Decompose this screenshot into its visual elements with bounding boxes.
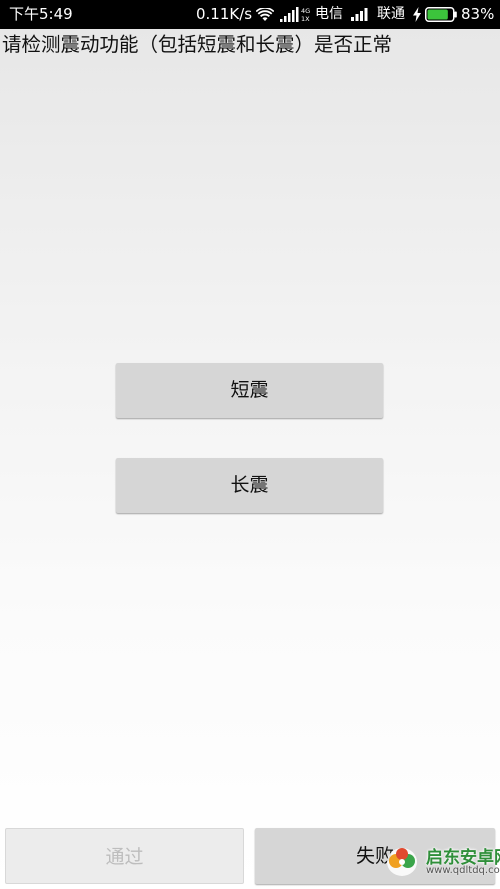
pass-button[interactable]: 通过 [5, 828, 244, 884]
svg-text:1X: 1X [301, 15, 310, 23]
page-title: 请检测震动功能（包括短震和长震）是否正常 [2, 33, 393, 56]
fail-button[interactable]: 失败 [255, 828, 495, 884]
long-vibration-button[interactable]: 长震 [116, 458, 383, 513]
network-speed: 0.11K/s [196, 5, 253, 23]
battery-icon [425, 7, 457, 22]
wifi-icon [256, 8, 274, 21]
signal-4g-icon: 4G 1X [280, 7, 310, 23]
short-vibration-button[interactable]: 短震 [116, 363, 383, 418]
svg-text:4G: 4G [301, 7, 310, 15]
signal-icon [351, 8, 368, 21]
status-time: 下午5:49 [9, 5, 73, 23]
status-bar: 下午5:49 0.11K/s 4G 1X 电信 联通 83% [0, 0, 500, 29]
charging-bolt-icon [413, 7, 421, 22]
carrier-2-label: 联通 [377, 6, 405, 22]
carrier-1-label: 电信 [315, 6, 343, 22]
battery-percent: 83% [461, 5, 495, 23]
